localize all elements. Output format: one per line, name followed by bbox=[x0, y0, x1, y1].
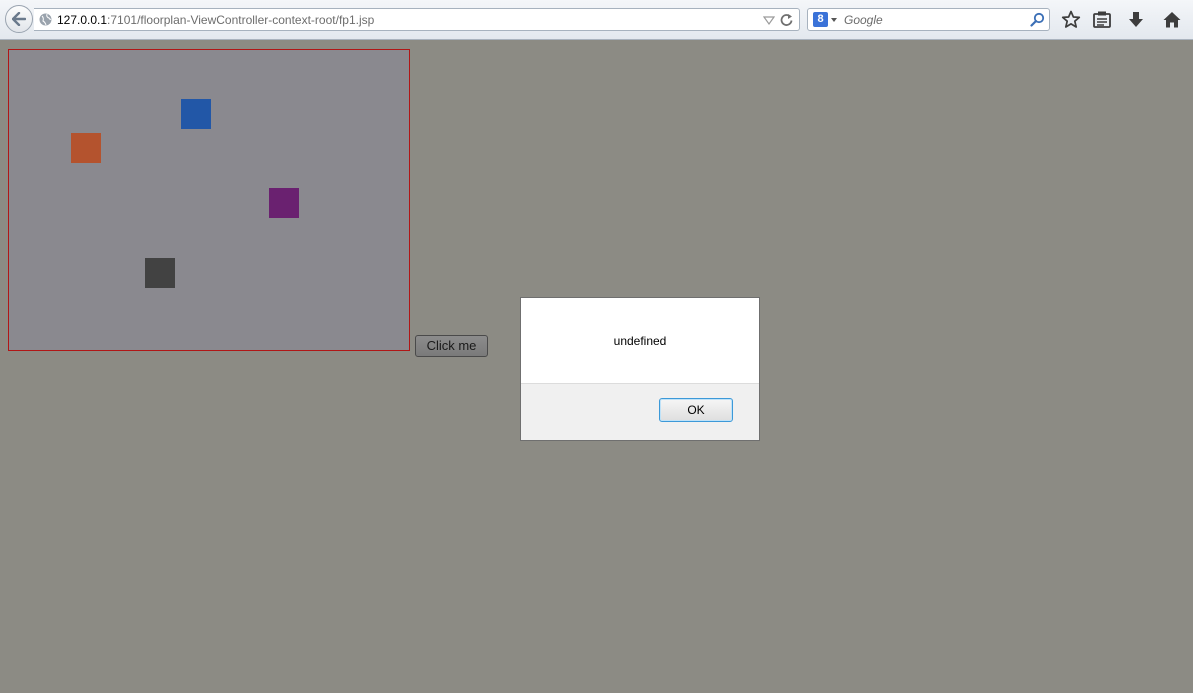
floorplan-canvas[interactable] bbox=[8, 49, 410, 351]
search-bar[interactable]: 8 Google bbox=[807, 8, 1050, 31]
alert-message: undefined bbox=[613, 334, 667, 348]
back-button[interactable] bbox=[5, 5, 33, 33]
globe-icon bbox=[39, 13, 52, 26]
search-placeholder: Google bbox=[844, 13, 883, 27]
bookmark-star-icon[interactable] bbox=[1061, 10, 1081, 30]
home-icon[interactable] bbox=[1162, 10, 1182, 30]
blue-square[interactable] bbox=[181, 99, 211, 129]
back-arrow-icon bbox=[12, 12, 26, 26]
url-host: 127.0.0.1 bbox=[57, 13, 108, 27]
url-text: 127.0.0.1:7101/floorplan-ViewController-… bbox=[57, 13, 374, 27]
ok-button[interactable]: OK bbox=[659, 398, 733, 422]
url-path: :7101/floorplan-ViewController-context-r… bbox=[107, 13, 375, 27]
history-dropdown-icon[interactable] bbox=[763, 14, 775, 26]
click-me-button[interactable]: Click me bbox=[415, 335, 488, 357]
google-logo-icon[interactable]: 8 bbox=[813, 12, 828, 27]
search-engine-dropdown-icon[interactable] bbox=[831, 18, 837, 22]
address-bar[interactable]: 127.0.0.1:7101/floorplan-ViewController-… bbox=[34, 8, 800, 31]
alert-dialog: undefined OK bbox=[520, 297, 760, 441]
orange-square[interactable] bbox=[71, 133, 101, 163]
purple-square[interactable] bbox=[269, 188, 299, 218]
bookmarks-menu-icon[interactable] bbox=[1092, 10, 1112, 30]
alert-footer: OK bbox=[521, 383, 759, 440]
download-icon[interactable] bbox=[1126, 10, 1146, 30]
search-icon[interactable] bbox=[1030, 12, 1045, 27]
reload-icon[interactable] bbox=[780, 13, 793, 26]
dark-gray-square[interactable] bbox=[145, 258, 175, 288]
browser-toolbar: 127.0.0.1:7101/floorplan-ViewController-… bbox=[0, 0, 1193, 40]
